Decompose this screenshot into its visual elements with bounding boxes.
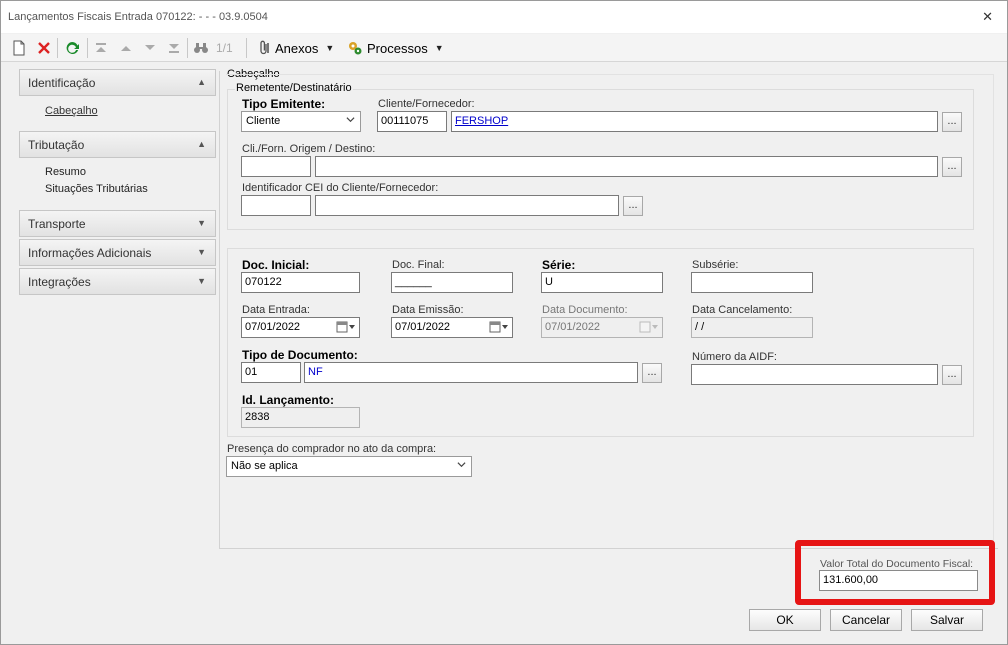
toolbar: 1/1 Anexos ▼ Processos ▼ <box>1 34 1007 62</box>
serie-label: Série: <box>542 258 576 272</box>
chevron-down-icon: ▼ <box>197 247 206 257</box>
anexos-label: Anexos <box>275 40 319 56</box>
cei-name-input[interactable] <box>315 195 619 216</box>
subserie-input[interactable] <box>691 272 813 293</box>
doc-inicial-input[interactable]: 070122 <box>241 272 360 293</box>
binoculars-icon[interactable] <box>193 39 209 57</box>
delete-icon[interactable] <box>37 39 51 57</box>
chevron-down-icon <box>457 462 466 468</box>
cli-origem-code-input[interactable] <box>241 156 311 177</box>
nav-link-cabecalho[interactable]: Cabeçalho <box>45 105 98 117</box>
id-lancamento-label: Id. Lançamento: <box>242 393 335 407</box>
presenca-label: Presença do comprador no ato da compra: <box>227 443 437 455</box>
nav-section-identificacao[interactable]: Identificação ▲ <box>19 69 216 96</box>
numero-aidf-lookup-button[interactable]: ... <box>942 365 962 385</box>
first-record-icon[interactable] <box>94 39 108 57</box>
nav-section-informacoes-adicionais[interactable]: Informações Adicionais ▼ <box>19 239 216 266</box>
doc-final-label: Doc. Final: <box>392 259 445 271</box>
paperclip-icon <box>260 40 269 55</box>
data-cancelamento-field: / / <box>691 317 813 338</box>
nav-section-transporte[interactable]: Transporte ▼ <box>19 210 216 237</box>
gears-icon <box>349 42 362 55</box>
tipo-emitente-select[interactable]: Cliente <box>241 111 361 132</box>
id-lancamento-field: 2838 <box>241 407 360 428</box>
data-documento-label: Data Documento: <box>542 304 628 316</box>
chevron-down-icon <box>346 117 355 123</box>
chevron-up-icon: ▲ <box>197 139 206 149</box>
tipo-documento-lookup-button[interactable]: ... <box>642 363 662 383</box>
window-title: Lançamentos Fiscais Entrada 070122: - - … <box>8 11 268 23</box>
cliente-code-input[interactable]: 00111075 <box>377 111 447 132</box>
cliente-lookup-button[interactable]: ... <box>942 112 962 132</box>
calendar-icon <box>639 321 659 333</box>
nav-section-tributacao[interactable]: Tributação ▲ <box>19 131 216 158</box>
doc-final-input[interactable]: ______ <box>391 272 513 293</box>
ok-button[interactable]: OK <box>749 609 821 631</box>
nav-link-resumo[interactable]: Resumo <box>45 166 86 178</box>
numero-aidf-input[interactable] <box>691 364 938 385</box>
data-emissao-label: Data Emissão: <box>392 304 464 316</box>
new-document-icon[interactable] <box>12 39 26 57</box>
subserie-label: Subsérie: <box>692 259 739 271</box>
cli-origem-label: Cli./Forn. Origem / Destino: <box>242 143 376 155</box>
chevron-down-icon: ▼ <box>197 276 206 286</box>
doc-inicial-label: Doc. Inicial: <box>242 258 310 272</box>
save-button[interactable]: Salvar <box>911 609 983 631</box>
data-entrada-picker[interactable]: 07/01/2022 <box>241 317 360 338</box>
tipo-documento-name-field[interactable]: NF <box>304 362 638 383</box>
cliente-fornecedor-label: Cliente/Fornecedor: <box>378 98 475 110</box>
chevron-down-icon: ▼ <box>325 43 335 53</box>
next-record-icon[interactable] <box>143 39 157 57</box>
data-entrada-label: Data Entrada: <box>242 304 310 316</box>
cei-lookup-button[interactable]: ... <box>623 196 643 216</box>
chevron-down-icon: ▼ <box>197 218 206 228</box>
page-counter: 1/1 <box>216 41 233 55</box>
cancel-button[interactable]: Cancelar <box>830 609 902 631</box>
highlight-box <box>795 540 995 605</box>
anexos-button[interactable]: Anexos ▼ <box>257 39 334 57</box>
calendar-icon[interactable] <box>489 321 509 333</box>
close-icon[interactable]: ✕ <box>982 9 993 25</box>
processos-label: Processos <box>367 40 428 56</box>
cei-code-input[interactable] <box>241 195 311 216</box>
refresh-icon[interactable] <box>64 39 80 57</box>
cliente-name-link[interactable]: FERSHOP <box>451 111 938 132</box>
cli-origem-lookup-button[interactable]: ... <box>942 157 962 177</box>
previous-record-icon[interactable] <box>119 39 133 57</box>
data-emissao-picker[interactable]: 07/01/2022 <box>391 317 513 338</box>
presenca-select[interactable]: Não se aplica <box>226 456 472 477</box>
chevron-up-icon: ▲ <box>197 77 206 87</box>
calendar-icon[interactable] <box>336 321 356 333</box>
serie-input[interactable]: U <box>541 272 663 293</box>
nav-section-integracoes[interactable]: Integrações ▼ <box>19 268 216 295</box>
tipo-documento-label: Tipo de Documento: <box>242 348 358 362</box>
chevron-down-icon: ▼ <box>434 43 444 53</box>
last-record-icon[interactable] <box>167 39 181 57</box>
remetente-group-label: Remetente/Destinatário <box>235 82 353 94</box>
tipo-emitente-label: Tipo Emitente: <box>242 97 326 111</box>
cei-label: Identificador CEI do Cliente/Fornecedor: <box>242 182 439 194</box>
data-cancelamento-label: Data Cancelamento: <box>692 304 793 316</box>
tipo-documento-code-input[interactable]: 01 <box>241 362 301 383</box>
title-bar: Lançamentos Fiscais Entrada 070122: - - … <box>1 1 1007 33</box>
processos-button[interactable]: Processos ▼ <box>347 39 444 57</box>
cli-origem-name-input[interactable] <box>315 156 938 177</box>
numero-aidf-label: Número da AIDF: <box>692 351 777 363</box>
nav-link-situacoes-tributarias[interactable]: Situações Tributárias <box>45 183 148 195</box>
data-documento-picker: 07/01/2022 <box>541 317 663 338</box>
dialog-window: Lançamentos Fiscais Entrada 070122: - - … <box>0 0 1008 645</box>
